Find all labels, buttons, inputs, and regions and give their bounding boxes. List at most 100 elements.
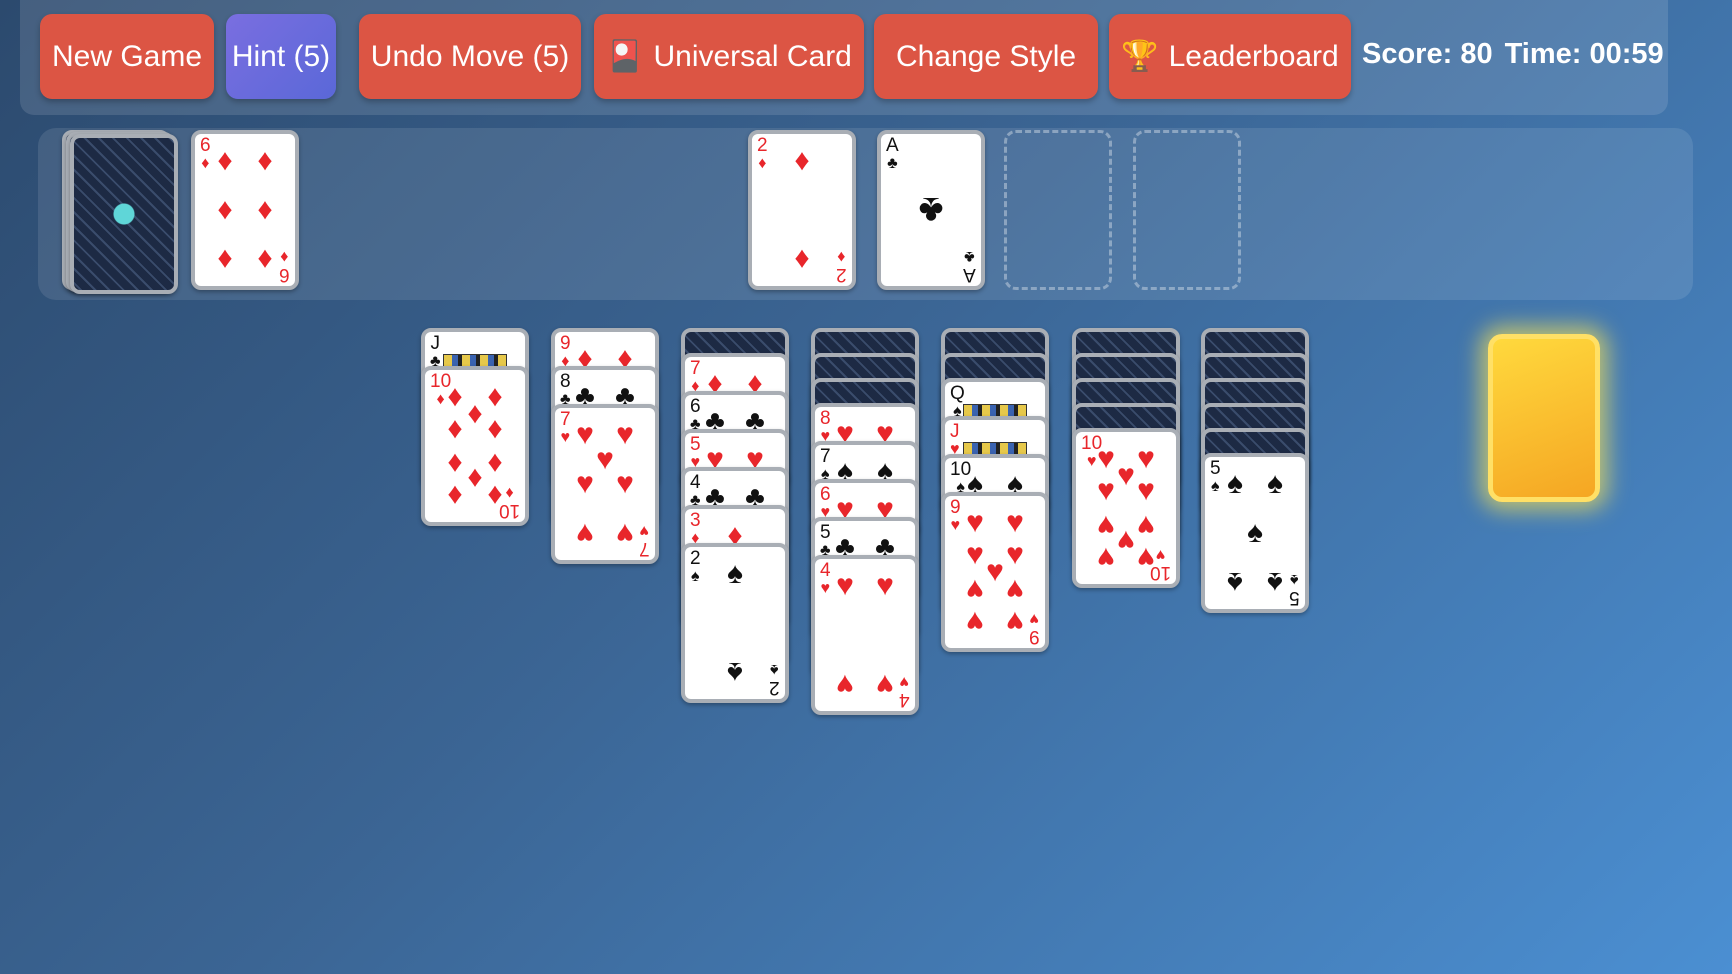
suit-pip: ♠ (1267, 565, 1283, 599)
suit-pip: ♦ (257, 144, 273, 178)
suit-pip: ♦ (794, 144, 810, 178)
card-rank-corner: 4 ♥ (820, 560, 831, 597)
suit-pip: ♥ (1137, 442, 1155, 476)
card-rank-corner: A ♣ (886, 135, 899, 172)
score-time-display: Score: 80 Time: 00:59 (1362, 38, 1676, 71)
suit-pip: ♥ (596, 442, 614, 476)
tableau-card[interactable]: 7 ♥ 7 ♥ ♥ ♥ ♥ ♥ ♥ ♥ ♥ (551, 404, 659, 564)
suit-pip: ♥ (836, 667, 854, 701)
suit-pip: ♦ (447, 478, 463, 512)
new-game-button[interactable]: New Game (40, 14, 214, 99)
toolbar: New Game Hint (5) Undo Move (5) 🎴 Univers… (20, 0, 1668, 115)
hint-button[interactable]: Hint (5) (226, 14, 336, 99)
suit-pip: ♥ (966, 572, 984, 606)
suit-pip: ♥ (1137, 540, 1155, 574)
foundation-slot[interactable] (1133, 130, 1241, 290)
suit-pip: ♦ (447, 446, 463, 480)
suit-pip: ♦ (487, 478, 503, 512)
suit-pip: ♥ (576, 516, 594, 550)
suit-pip: ♥ (1006, 538, 1024, 572)
new-game-label: New Game (51, 39, 203, 73)
time-text: Time: 00:59 (1504, 38, 1664, 70)
undo-label: Undo Move (5) (370, 39, 570, 73)
card-icon: 🎴 (606, 40, 644, 73)
suit-pip: ♥ (986, 555, 1004, 588)
suit-pip: ♦ (467, 461, 483, 495)
suit-pip: ♦ (487, 446, 503, 480)
tableau-card[interactable]: 2 ♠ 2 ♠ ♠ ♠ (681, 543, 789, 703)
suit-pip: ♥ (966, 604, 984, 638)
waste-card[interactable]: 6 ♦ 6 ♦ ♦ ♦ ♦ ♦ ♦ ♦ (191, 130, 299, 290)
foundation-card[interactable]: A ♣ A ♣ ♣ (877, 130, 985, 290)
suit-pip: ♦ (257, 193, 273, 226)
suit-pip: ♥ (1006, 572, 1024, 606)
suit-pip: ♥ (966, 538, 984, 572)
leaderboard-label: Leaderboard (1168, 39, 1339, 73)
change-style-label: Change Style (895, 39, 1077, 73)
suit-pip: ♥ (876, 667, 894, 701)
card-rank-corner: 2 ♦ (836, 248, 847, 285)
suit-pip: ♦ (447, 412, 463, 446)
card-rank-corner: 6 ♦ (279, 248, 290, 285)
suit-pip: ♥ (616, 467, 634, 500)
suit-pip: ♠ (727, 557, 743, 591)
suit-pip: ♦ (487, 412, 503, 446)
card-rank-corner: 7 ♥ (639, 522, 650, 559)
suit-pip: ♥ (1097, 442, 1115, 476)
suit-pip: ♦ (467, 397, 483, 431)
change-style-button[interactable]: Change Style (874, 14, 1098, 99)
foundation-card[interactable]: 2 ♦ 2 ♦ ♦ ♦ (748, 130, 856, 290)
card-rank-corner: 9 ♥ (950, 497, 961, 534)
card-rank-corner: 5 ♠ (1289, 571, 1300, 608)
suit-pip: ♥ (1097, 508, 1115, 542)
suit-pip: ♥ (576, 418, 594, 452)
card-rank-corner: 4 ♥ (899, 673, 910, 710)
suit-pip: ♥ (1006, 604, 1024, 638)
suit-pip: ♥ (1117, 459, 1135, 493)
tableau-card[interactable]: 4 ♥ 4 ♥ ♥ ♥ ♥ ♥ (811, 555, 919, 715)
tableau-card[interactable]: 10 ♥ 10 ♥ ♥ ♥ ♥ ♥ ♥ ♥ ♥ ♥ ♥ ♥ (1072, 428, 1180, 588)
suit-pip: ♥ (966, 506, 984, 540)
suit-pip: ♠ (1227, 467, 1243, 501)
stock-pile[interactable] (70, 134, 178, 294)
suit-pip: ♦ (447, 380, 463, 414)
card-rank-corner: 6 ♦ (200, 135, 211, 172)
suit-pip: ♥ (616, 516, 634, 550)
suit-pip: ♠ (1267, 467, 1283, 501)
suit-pip: ♥ (1117, 523, 1135, 557)
suit-pip: ♥ (1137, 474, 1155, 508)
hint-label: Hint (5) (231, 39, 331, 73)
trophy-icon: 🏆 (1121, 40, 1159, 73)
suit-pip: ♦ (217, 193, 233, 226)
suit-pip: ♥ (616, 418, 634, 452)
suit-pip: ♦ (487, 380, 503, 414)
card-rank-corner: 7 ♥ (560, 409, 571, 446)
card-rank-corner: 9 ♥ (1029, 610, 1040, 647)
foundation-slot[interactable] (1004, 130, 1112, 290)
tableau-card[interactable]: 10 ♦ 10 ♦ ♦ ♦ ♦ ♦ ♦ ♦ ♦ ♦ ♦ ♦ (421, 366, 529, 526)
card-rank-corner: 2 ♦ (757, 135, 768, 172)
suit-pip: ♥ (576, 467, 594, 500)
universal-card-slot[interactable] (1488, 334, 1600, 502)
suit-pip: ♥ (1097, 540, 1115, 574)
leaderboard-button[interactable]: 🏆 Leaderboard (1109, 14, 1351, 99)
tableau-card[interactable]: 5 ♠ 5 ♠ ♠ ♠ ♠ ♠ ♠ (1201, 453, 1309, 613)
undo-move-button[interactable]: Undo Move (5) (359, 14, 581, 99)
suit-pip: ♠ (1247, 516, 1263, 549)
suit-pip: ♥ (1097, 474, 1115, 508)
card-rank-corner: 2 ♠ (690, 548, 701, 585)
tableau-card[interactable]: 9 ♥ 9 ♥ ♥ ♥ ♥ ♥ ♥ ♥ ♥ ♥ ♥ (941, 492, 1049, 652)
suit-pip: ♥ (836, 569, 854, 603)
card-rank-corner: 2 ♠ (769, 661, 780, 698)
suit-pip: ♠ (727, 655, 743, 689)
card-rank-corner: 5 ♠ (1210, 458, 1221, 495)
suit-pip: ♣ (918, 189, 944, 231)
suit-pip: ♦ (217, 242, 233, 276)
universal-card-button[interactable]: 🎴 Universal Card (594, 14, 864, 99)
suit-pip: ♦ (257, 242, 273, 276)
suit-pip: ♥ (876, 569, 894, 603)
universal-card-label: Universal Card (653, 39, 852, 73)
suit-pip: ♥ (1137, 508, 1155, 542)
card-rank-corner: A ♣ (963, 248, 976, 285)
suit-pip: ♦ (794, 242, 810, 276)
